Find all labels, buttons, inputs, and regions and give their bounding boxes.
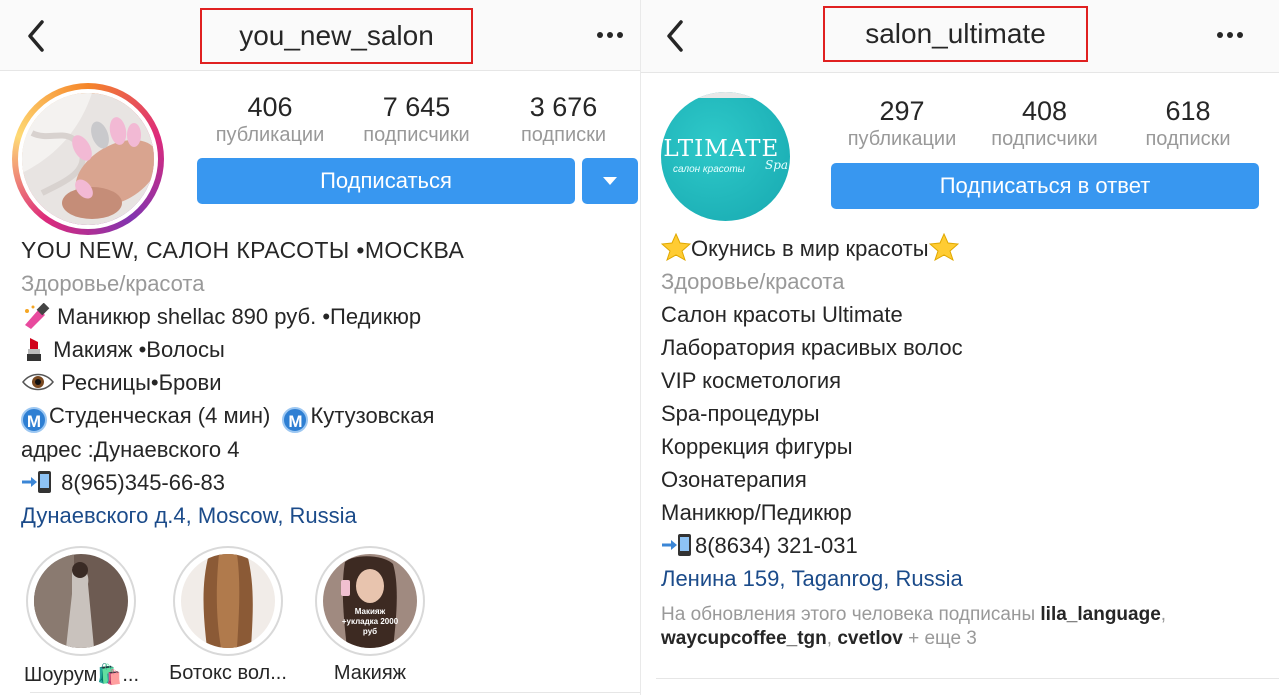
highlight-label: Макияж: [333, 662, 407, 684]
more-dots-icon[interactable]: [590, 22, 630, 48]
bio-line: Маникюр/Педикюр: [661, 500, 852, 525]
highlight-label: Шоурум🛍️...: [24, 664, 139, 686]
stat-posts[interactable]: 297 публикации: [841, 96, 963, 151]
stat-label: публикации: [847, 128, 957, 150]
bio-phone-line: 8(8634) 321-031: [661, 529, 963, 562]
eye-icon: [22, 373, 54, 391]
followed-by-more: + еще 3: [908, 628, 977, 649]
bio-section: Окунись в мир красоты Здоровье/красота С…: [660, 232, 963, 595]
more-dots-icon[interactable]: [1210, 22, 1250, 48]
highlight-image: Макияж +укладка 2000 руб: [323, 554, 417, 648]
followed-by-text[interactable]: На обновления этого человека подписаны l…: [661, 603, 1261, 651]
stat-value: 618: [1165, 96, 1211, 126]
stat-followers[interactable]: 7 645 подписчики: [350, 92, 483, 147]
stat-value: 3 676: [529, 92, 598, 122]
bio-phone-line: 8(965)345-66-83: [21, 466, 464, 499]
avatar[interactable]: [18, 89, 158, 229]
bio-line: Маникюр shellac 890 руб. •Педикюр: [21, 300, 464, 333]
highlight-cover: [26, 546, 136, 656]
bio-line: Ресницы•Брови: [21, 366, 464, 399]
avatar-image: [22, 93, 154, 225]
avatar[interactable]: ULTIMATE салон красоты Spa: [661, 92, 790, 221]
avatar-logo-subtext: салон красоты: [673, 164, 746, 175]
highlight-image-text-1: Макияж: [355, 607, 386, 616]
back-chevron-icon[interactable]: [22, 16, 52, 56]
bio-line: Spa-процедуры: [661, 401, 820, 426]
profile-panel-right: salon_ultimate ULTIMATE салон красоты Sp…: [641, 0, 1279, 695]
lipstick-icon: [27, 338, 41, 361]
profile-category: Здоровье/красота: [21, 271, 205, 296]
stat-following[interactable]: 3 676 подписки: [505, 92, 622, 147]
location-link[interactable]: Дунаевского д.4, Moscow, Russia: [21, 499, 464, 532]
highlight-image: [34, 554, 128, 648]
followed-by-user[interactable]: lila_language: [1040, 604, 1160, 625]
highlight-cover: [173, 546, 283, 656]
avatar-logo-script: Spa: [765, 158, 789, 172]
followed-by-user[interactable]: waycupcoffee_tgn: [661, 628, 827, 649]
stat-posts[interactable]: 406 публикации: [205, 92, 335, 147]
bottom-divider: [656, 678, 1279, 679]
bio-line: Макияж •Волосы: [21, 333, 464, 366]
profile-name-line: Окунись в мир красоты: [660, 232, 963, 265]
follow-back-button[interactable]: Подписаться в ответ: [831, 163, 1259, 209]
stat-label: подписчики: [363, 124, 470, 146]
profile-panel-left: you_new_salon 406 публикации 7 645 подпи…: [0, 0, 640, 695]
stat-label: публикации: [215, 124, 325, 146]
stat-value: 297: [879, 96, 925, 126]
profile-name: Окунись в мир красоты: [691, 236, 929, 261]
bio-makeup-text: Макияж •Волосы: [53, 337, 225, 362]
bio-address: адрес :Дунаевского 4: [21, 437, 240, 462]
followed-by-prefix: На обновления этого человека подписаны: [661, 604, 1036, 625]
stat-value: 406: [247, 92, 293, 122]
bio-section: YOU NEW, САЛОН КРАСОТЫ •МОСКВА Здоровье/…: [21, 234, 464, 532]
suggestions-dropdown-button[interactable]: [582, 158, 638, 204]
highlight-image: [181, 554, 275, 648]
profile-header: you_new_salon: [0, 0, 640, 71]
profile-name: YOU NEW, САЛОН КРАСОТЫ •МОСКВА: [21, 237, 465, 263]
username-title: you_new_salon: [200, 8, 473, 64]
highlight-showroom[interactable]: Шоурум🛍️...: [24, 546, 139, 687]
highlight-image-text-3: руб: [363, 627, 377, 636]
bio-line: Лаборатория красивых волос: [661, 335, 963, 360]
stat-label: подписки: [520, 124, 607, 146]
bio-line: Салон красоты Ultimate: [661, 302, 903, 327]
profile-category: Здоровье/красота: [661, 269, 845, 294]
bottom-divider: [30, 692, 640, 693]
stat-value: 7 645: [382, 92, 451, 122]
phone-arrow-icon: [662, 534, 691, 556]
metro-station-1: Студенческая (4 мин): [49, 403, 271, 428]
metro-station-2: Кутузовская: [310, 403, 435, 428]
highlight-label: Ботокс вол...: [169, 662, 287, 684]
stat-label: подписчики: [991, 128, 1098, 150]
metro-icon: M: [282, 407, 309, 433]
highlight-image-text-2: +укладка 2000: [342, 617, 399, 626]
followed-by-user[interactable]: cvetlov: [837, 628, 902, 649]
stat-following[interactable]: 618 подписки: [1137, 96, 1239, 151]
star-icon: [928, 232, 959, 262]
dropdown-triangle-icon: [603, 177, 617, 185]
highlight-makeup[interactable]: Макияж +укладка 2000 руб Макияж: [313, 546, 427, 685]
bio-line: Коррекция фигуры: [661, 434, 853, 459]
highlight-cover: Макияж +укладка 2000 руб: [315, 546, 425, 656]
bio-manicure-text: Маникюр shellac 890 руб. •Педикюр: [57, 304, 422, 329]
username-title: salon_ultimate: [823, 6, 1088, 62]
bio-phone[interactable]: 8(965)345-66-83: [61, 470, 225, 495]
stat-value: 408: [1021, 96, 1068, 126]
profile-header: salon_ultimate: [641, 0, 1279, 73]
star-icon: [660, 232, 692, 262]
stat-followers[interactable]: 408 подписчики: [982, 96, 1107, 151]
metro-icon: M: [21, 407, 47, 433]
stat-label: подписки: [1145, 128, 1231, 150]
bio-phone[interactable]: 8(8634) 321-031: [695, 533, 858, 558]
nail-polish-icon: [25, 302, 50, 329]
bio-line-metro: M Студенческая (4 мин) M Кутузовская: [21, 399, 464, 433]
bio-lashes-text: Ресницы•Брови: [61, 370, 222, 395]
location-link[interactable]: Ленина 159, Taganrog, Russia: [661, 562, 963, 595]
follow-button[interactable]: Подписаться: [197, 158, 575, 204]
bio-line: Озонатерапия: [661, 467, 807, 492]
back-chevron-icon[interactable]: [661, 16, 691, 56]
bio-line: VIP косметология: [661, 368, 842, 393]
highlight-botox[interactable]: Ботокс вол...: [166, 546, 290, 685]
phone-arrow-icon: [22, 471, 51, 493]
